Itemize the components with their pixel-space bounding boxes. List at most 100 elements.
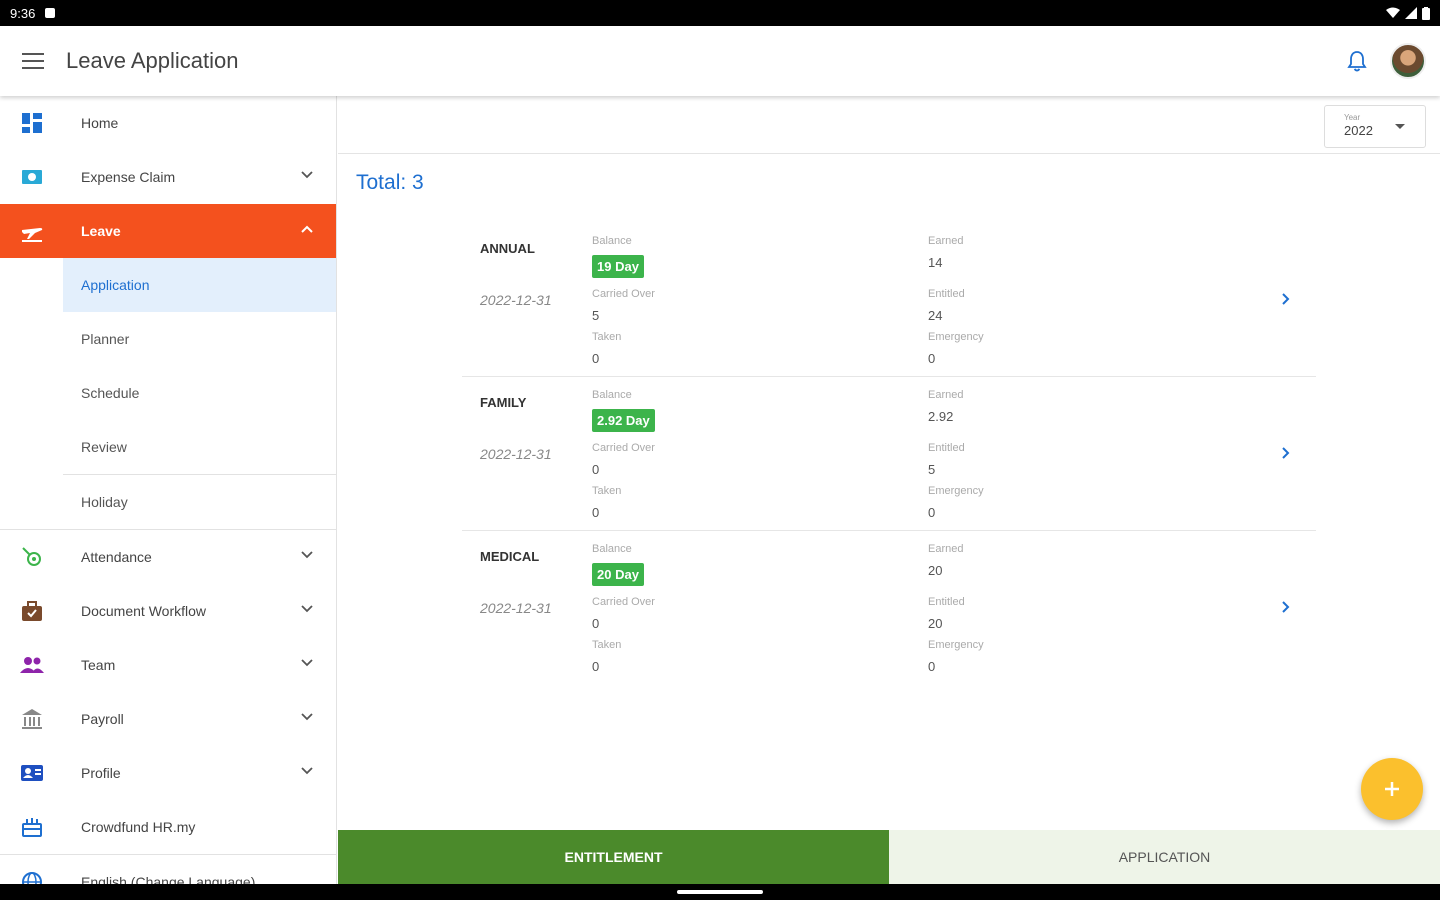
id-card-icon (20, 761, 44, 785)
balance-label: Balance (592, 389, 632, 401)
entitled-label: Entitled (928, 596, 965, 608)
emergency-value: 0 (928, 351, 936, 366)
leave-date: 2022-12-31 (480, 292, 552, 308)
system-navigation-bar (0, 884, 1440, 900)
chevron-right-icon[interactable] (1280, 600, 1290, 614)
sidebar-item-crowdfund[interactable]: Crowdfund HR.my (0, 800, 336, 854)
chevron-down-icon (301, 551, 313, 559)
status-time: 9:36 (10, 5, 36, 21)
tab-entitlement[interactable]: ENTITLEMENT (338, 830, 889, 884)
sidebar-subitem-review[interactable]: Review (63, 420, 336, 474)
home-gesture-handle[interactable] (677, 890, 763, 894)
chevron-down-icon (301, 713, 313, 721)
crowdfund-icon (20, 815, 44, 839)
sidebar-item-expense-claim[interactable]: Expense Claim (0, 150, 336, 204)
chevron-down-icon (301, 659, 313, 667)
airplane-icon (20, 219, 44, 243)
caret-down-icon (1395, 124, 1405, 129)
chevron-down-icon (301, 605, 313, 613)
balance-badge: 19 Day (592, 255, 644, 278)
balance-badge: 20 Day (592, 563, 644, 586)
chevron-up-icon (301, 225, 313, 233)
sidebar-item-team[interactable]: Team (0, 638, 336, 692)
emergency-label: Emergency (928, 485, 984, 497)
earned-label: Earned (928, 389, 964, 401)
signal-icon (1405, 7, 1417, 19)
earned-value: 2.92 (928, 409, 954, 424)
attendance-icon (20, 545, 44, 569)
leave-card-medical[interactable]: MEDICAL 2022-12-31 Balance 20 Day Carrie… (462, 531, 1316, 685)
balance-badge: 2.92 Day (592, 409, 655, 432)
tab-application[interactable]: APPLICATION (889, 830, 1440, 884)
year-select[interactable]: Year 2022 (1324, 105, 1426, 148)
taken-label: Taken (592, 485, 622, 497)
leave-type: MEDICAL (480, 549, 540, 564)
sidebar-item-leave[interactable]: Leave (0, 204, 336, 258)
briefcase-icon (20, 599, 44, 623)
avatar[interactable] (1390, 43, 1426, 79)
sidebar-subitem-holiday[interactable]: Holiday (63, 475, 336, 529)
sidebar-item-label: Payroll (81, 711, 124, 727)
total-count: Total: 3 (356, 171, 424, 194)
bottom-tabs: ENTITLEMENT APPLICATION (338, 830, 1440, 884)
taken-label: Taken (592, 639, 622, 651)
hamburger-menu-icon[interactable] (22, 53, 44, 69)
leave-date: 2022-12-31 (480, 600, 552, 616)
plus-icon (1385, 782, 1399, 796)
taken-value: 0 (592, 505, 600, 520)
sidebar-item-label: Profile (81, 765, 121, 781)
globe-icon (20, 870, 44, 884)
chevron-down-icon (301, 171, 313, 179)
emergency-label: Emergency (928, 639, 984, 651)
sidebar-subitem-application[interactable]: Application (63, 258, 336, 312)
sidebar-item-label: Home (81, 115, 119, 131)
taken-value: 0 (592, 351, 600, 366)
battery-icon (1422, 6, 1430, 20)
entitled-value: 20 (928, 616, 943, 631)
sidebar-item-home[interactable]: Home (0, 96, 336, 150)
balance-label: Balance (592, 235, 632, 247)
add-application-button[interactable] (1361, 758, 1423, 820)
emergency-value: 0 (928, 659, 936, 674)
sidebar-item-document-workflow[interactable]: Document Workflow (0, 584, 336, 638)
chevron-right-icon[interactable] (1280, 446, 1290, 460)
earned-label: Earned (928, 543, 964, 555)
sidebar-item-profile[interactable]: Profile (0, 746, 336, 800)
leave-card-annual[interactable]: ANNUAL 2022-12-31 Balance 19 Day Carried… (462, 223, 1316, 377)
sidebar-subitem-planner[interactable]: Planner (63, 312, 336, 366)
taken-value: 0 (592, 659, 600, 674)
sidebar-item-label: Leave (81, 223, 121, 239)
carried-over-label: Carried Over (592, 596, 655, 608)
wifi-icon (1386, 7, 1400, 18)
sidebar-item-label: Attendance (81, 549, 152, 565)
sidebar-item-label: Crowdfund HR.my (81, 819, 196, 835)
sidebar-item-label: English (Change Language) (81, 874, 256, 884)
people-icon (20, 653, 44, 677)
carried-over-value: 5 (592, 308, 600, 323)
sidebar-subitem-schedule[interactable]: Schedule (63, 366, 336, 420)
balance-label: Balance (592, 543, 632, 555)
chevron-right-icon[interactable] (1280, 292, 1290, 306)
entitled-value: 24 (928, 308, 943, 323)
entitled-label: Entitled (928, 288, 965, 300)
page-title: Leave Application (66, 48, 239, 73)
carried-over-value: 0 (592, 616, 600, 631)
chevron-down-icon (301, 767, 313, 775)
earned-label: Earned (928, 235, 964, 247)
sidebar: Home Expense Claim Leave Application Pla… (0, 96, 337, 884)
sidebar-item-language[interactable]: English (Change Language) (0, 855, 336, 884)
earned-value: 20 (928, 563, 943, 578)
emergency-label: Emergency (928, 331, 984, 343)
carried-over-label: Carried Over (592, 288, 655, 300)
sidebar-item-attendance[interactable]: Attendance (0, 530, 336, 584)
dashboard-icon (20, 111, 44, 135)
bank-icon (20, 707, 44, 731)
sidebar-item-label: Team (81, 657, 116, 673)
filter-bar: Year 2022 (338, 96, 1440, 154)
year-select-value: 2022 (1344, 123, 1373, 138)
leave-type: FAMILY (480, 395, 527, 410)
sidebar-item-payroll[interactable]: Payroll (0, 692, 336, 746)
leave-card-family[interactable]: FAMILY 2022-12-31 Balance 2.92 Day Carri… (462, 377, 1316, 531)
sidebar-item-label: Expense Claim (81, 169, 176, 185)
bell-icon[interactable] (1346, 49, 1368, 73)
